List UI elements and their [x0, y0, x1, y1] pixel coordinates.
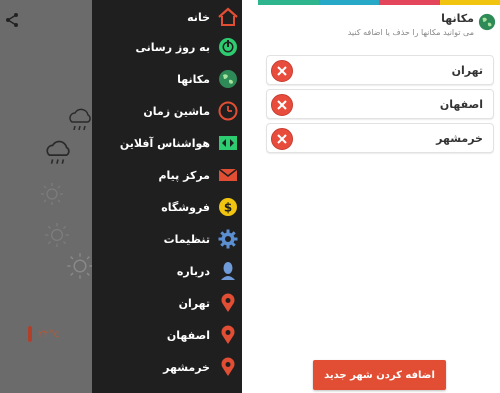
- rain-cloud-icon: [46, 140, 70, 164]
- city-row-khorramshahr: خرمشهر: [266, 123, 494, 153]
- sun-icon: [45, 223, 69, 247]
- drawer-item-label: فروشگاه: [161, 200, 210, 214]
- delete-city-button[interactable]: [271, 128, 293, 150]
- drawer-item-label: تهران: [178, 296, 210, 310]
- offline-forecast-icon: [218, 133, 238, 153]
- close-icon: [277, 100, 287, 110]
- person-icon: [218, 261, 238, 281]
- delete-city-button[interactable]: [271, 60, 293, 82]
- drawer-item-city-khorramshahr[interactable]: خرمشهر: [92, 351, 242, 383]
- mail-icon: [218, 165, 238, 185]
- close-icon: [277, 66, 287, 76]
- home-icon: [218, 7, 238, 27]
- temperature-value: ۲۲°c: [38, 328, 60, 340]
- city-name: خرمشهر: [436, 132, 483, 145]
- svg-text:$: $: [224, 201, 232, 215]
- drawer-item-time-machine[interactable]: ماشین زمان: [92, 95, 242, 127]
- drawer-item-label: درباره: [176, 264, 210, 278]
- location-pin-icon: [218, 325, 238, 345]
- globe-icon: [218, 69, 238, 89]
- drawer-item-city-tehran[interactable]: تهران: [92, 287, 242, 319]
- thermometer-icon: [28, 326, 32, 342]
- page-subtitle: می توانید مکانها را حذف یا اضافه کنید: [347, 28, 474, 37]
- drawer-item-about[interactable]: درباره: [92, 255, 242, 287]
- drawer-item-label: خانه: [187, 10, 210, 24]
- dollar-icon: $: [218, 197, 238, 217]
- clock-icon: [218, 101, 238, 121]
- drawer-item-store[interactable]: فروشگاه $: [92, 191, 242, 223]
- city-name: اصفهان: [439, 98, 483, 111]
- drawer-item-label: مکانها: [177, 72, 210, 86]
- drawer-item-label: تنظیمات: [163, 232, 210, 246]
- drawer-item-update[interactable]: به روز رسانی: [92, 31, 242, 63]
- delete-city-button[interactable]: [271, 94, 293, 116]
- share-icon[interactable]: [4, 12, 20, 28]
- location-pin-icon: [218, 293, 238, 313]
- drawer-item-home[interactable]: خانه: [92, 1, 242, 33]
- gear-icon: [218, 229, 238, 249]
- page-title: مکانها: [441, 12, 474, 25]
- current-temperature: ۲۲°c: [28, 326, 59, 342]
- drawer-item-label: مرکز پیام: [158, 168, 210, 182]
- drawer-item-label: اصفهان: [166, 328, 210, 342]
- power-refresh-icon: [218, 37, 238, 57]
- city-row-tehran: تهران: [266, 55, 494, 85]
- navigation-drawer: خانه به روز رسانی مکانها ماشین زمان هواش…: [92, 0, 242, 393]
- drawer-item-label: به روز رسانی: [135, 40, 210, 54]
- drawer-item-label: خرمشهر: [163, 360, 210, 374]
- places-screen: مکانها می توانید مکانها را حذف یا اضافه …: [258, 0, 500, 393]
- drawer-item-offline-forecast[interactable]: هواشناس آفلاین: [92, 127, 242, 159]
- drawer-item-label: هواشناس آفلاین: [119, 136, 210, 150]
- sun-icon: [67, 253, 93, 279]
- drawer-item-city-isfahan[interactable]: اصفهان: [92, 319, 242, 351]
- city-row-isfahan: اصفهان: [266, 89, 494, 119]
- weather-app-screen: ۲۲°c خانه به روز رسانی مکانها ماشین زمان: [0, 0, 242, 393]
- rain-cloud-icon: [69, 108, 91, 131]
- close-icon: [277, 134, 287, 144]
- sun-icon: [41, 183, 63, 205]
- globe-icon: [478, 13, 496, 31]
- drawer-item-settings[interactable]: تنظیمات: [92, 223, 242, 255]
- drawer-item-label: ماشین زمان: [143, 104, 210, 118]
- location-pin-icon: [218, 357, 238, 377]
- drawer-item-places[interactable]: مکانها: [92, 63, 242, 95]
- color-strip: [258, 0, 500, 5]
- city-name: تهران: [451, 64, 483, 77]
- add-city-button[interactable]: اضافه کردن شهر جدید: [313, 360, 446, 390]
- drawer-item-message-center[interactable]: مرکز پیام: [92, 159, 242, 191]
